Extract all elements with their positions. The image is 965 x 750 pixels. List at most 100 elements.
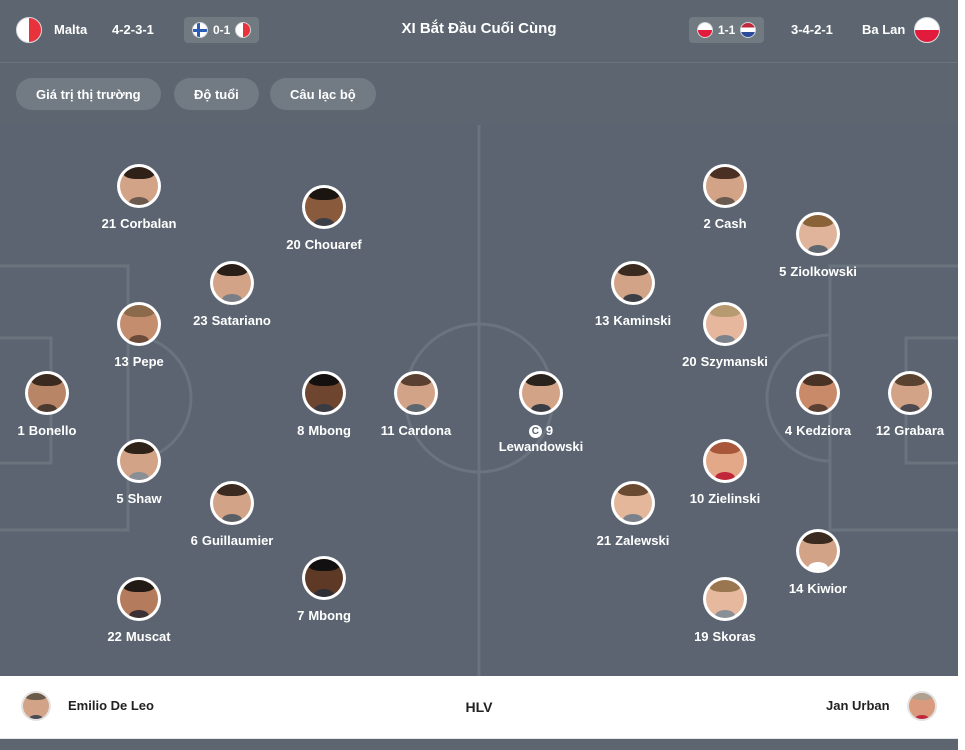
lineup-widget: Malta 4-2-3-1 0-1 XI Bắt Đầu Cuối Cùng 1… [0,0,958,750]
pitch: 21 Corbalan 20 Chouaref 23 Satariano 13 Pepe… [0,125,958,676]
player-number: 1 [17,423,25,438]
player-label: 21 Corbalan [69,216,209,232]
netherlands-flag-icon [740,22,757,38]
lineup-header: Malta 4-2-3-1 0-1 XI Bắt Đầu Cuối Cùng 1… [0,0,958,63]
player-label: 12 Grabara [840,423,958,439]
away-formation: 3-4-2-1 [791,22,833,37]
coach-photo-icon [907,691,937,721]
player-number: 13 [114,354,129,369]
player-label: C 9 Lewandowski [471,423,611,455]
player-name: Kiwior [807,581,848,596]
home-player[interactable]: 6 Guillaumier [162,481,302,549]
player-number: 20 [286,237,301,252]
away-player[interactable]: 20 Szymanski [655,302,795,370]
away-player[interactable]: 21 Zalewski [563,481,703,549]
home-player[interactable]: 1 Bonello [0,371,117,439]
malta-flag-icon [235,22,252,38]
away-player[interactable]: 12 Grabara [840,371,958,439]
player-photo-icon [703,302,747,346]
player-name: Chouaref [304,237,362,252]
player-name: Cardona [398,423,452,438]
player-number: 19 [694,629,709,644]
player-number: 8 [297,423,305,438]
player-photo-icon [302,371,346,415]
player-label: 1 Bonello [0,423,117,439]
player-number: 21 [101,216,117,231]
home-player[interactable]: 22 Muscat [69,577,209,645]
player-name: Skoras [712,629,756,644]
player-photo-icon [210,261,254,305]
player-photo-icon [611,481,655,525]
player-name: Muscat [125,629,171,644]
poland-flag-icon [914,17,940,43]
away-player[interactable]: 19 Skoras [655,577,795,645]
player-photo-icon [611,261,655,305]
poland-flag-icon [697,22,713,38]
player-label: 19 Skoras [655,629,795,645]
player-photo-icon [703,439,747,483]
player-number: 7 [297,608,305,623]
filter-bar: Giá trị thị trường Độ tuổi Câu lạc bộ [0,63,958,125]
away-coach-name[interactable]: Jan Urban [826,698,890,713]
player-number: 11 [380,423,395,438]
player-label: 6 Guillaumier [162,533,302,549]
home-formation: 4-2-3-1 [112,22,154,37]
player-photo-icon [117,577,161,621]
player-name: Grabara [894,423,945,438]
age-filter-button[interactable]: Độ tuổi [174,78,259,110]
player-name: Guillaumier [201,533,274,548]
market-value-filter-button[interactable]: Giá trị thị trường [16,78,161,110]
player-photo-icon [302,185,346,229]
player-name: Pepe [132,354,164,369]
player-name: Zalewski [615,533,670,548]
player-name: Shaw [127,491,162,506]
player-photo-icon [117,439,161,483]
home-last-match-badge[interactable]: 0-1 [184,17,260,43]
player-name: Bonello [28,423,77,438]
player-number: 6 [190,533,198,548]
player-number: 9 [545,423,554,438]
player-name: Ziolkowski [790,264,857,279]
player-name: Cash [714,216,747,231]
club-filter-button[interactable]: Câu lạc bộ [270,78,376,110]
home-player[interactable]: 21 Corbalan [69,164,209,232]
away-player[interactable]: 5 Ziolkowski [748,212,888,280]
away-last-match-badge[interactable]: 1-1 [689,17,765,43]
player-photo-icon [302,556,346,600]
player-label: 7 Mbong [254,608,394,624]
player-name: Zielinski [708,491,761,506]
finland-flag-icon [192,22,208,38]
player-label: 22 Muscat [69,629,209,645]
player-label: 20 Szymanski [655,354,795,370]
player-photo-icon [117,302,161,346]
home-player[interactable]: 7 Mbong [254,556,394,624]
player-photo-icon [117,164,161,208]
player-label: 21 Zalewski [563,533,703,549]
player-number: 21 [596,533,612,548]
player-name: Mbong [308,423,351,438]
player-label: 13 Pepe [69,354,209,370]
home-team-name[interactable]: Malta [54,22,87,37]
player-photo-icon [210,481,254,525]
player-photo-icon [394,371,438,415]
home-player[interactable]: 11 Cardona [346,371,486,439]
away-team-name[interactable]: Ba Lan [862,22,905,37]
player-label: 5 Ziolkowski [748,264,888,280]
player-name: Lewandowski [498,439,584,454]
player-photo-icon [796,529,840,573]
home-player[interactable]: 13 Pepe [69,302,209,370]
player-number: 5 [779,264,787,279]
player-photo-icon [25,371,69,415]
player-number: 13 [594,313,610,328]
player-number: 20 [682,354,697,369]
player-label: 20 Chouaref [254,237,394,253]
home-player[interactable]: 20 Chouaref [254,185,394,253]
captain-icon: C [528,425,542,438]
player-number: 4 [784,423,793,438]
player-photo-icon [703,577,747,621]
player-name: Szymanski [700,354,768,369]
player-number: 12 [875,423,891,438]
player-photo-icon [796,371,840,415]
player-name: Satariano [211,313,271,328]
away-player[interactable]: C 9 Lewandowski [471,371,611,455]
